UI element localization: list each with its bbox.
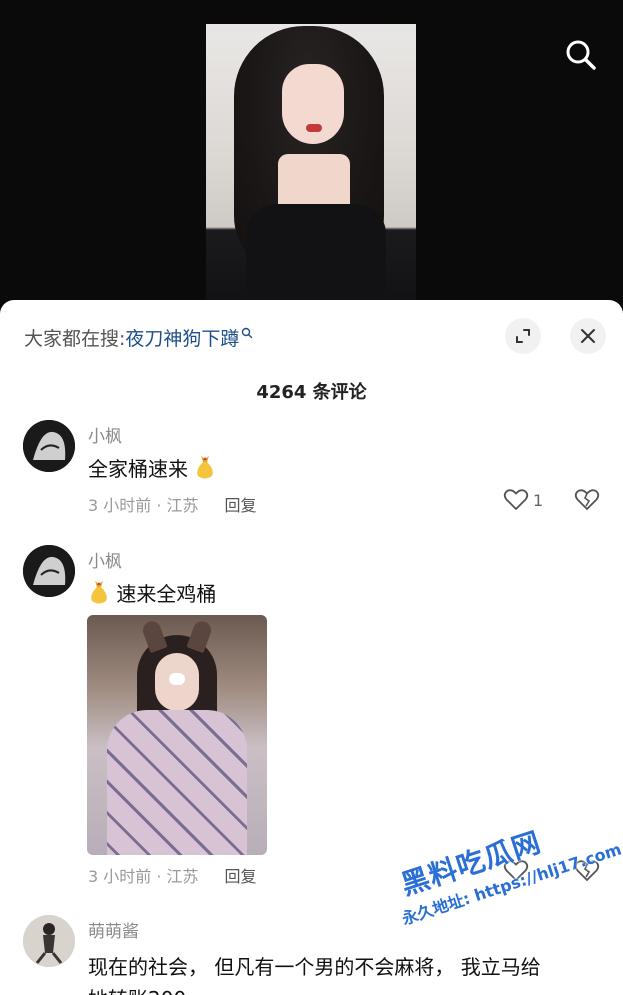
photo-filter-nose: [169, 673, 185, 685]
close-icon: [581, 329, 595, 343]
comment-sheet: 大家都在搜: 夜刀神狗下蹲 4264 条评论 小枫 全家桶速来 3 小时前 · …: [0, 300, 623, 995]
avatar-image: [23, 545, 75, 597]
comment-text-content: 全家桶速来: [88, 457, 188, 481]
like-count: 1: [533, 490, 544, 510]
comment-text: 现在的社会， 但凡有一个男的不会麻将， 我立马给: [88, 955, 541, 979]
reply-button[interactable]: 回复: [225, 863, 257, 887]
comment-meta: 3 小时前 · 江苏 回复: [88, 492, 257, 516]
comment-username[interactable]: 小枫: [88, 547, 122, 572]
video-thumbnail[interactable]: [206, 24, 416, 314]
broken-heart-icon: [574, 489, 600, 511]
comment-time-location: 3 小时前 · 江苏: [88, 496, 199, 515]
avatar[interactable]: [23, 420, 75, 472]
close-button[interactable]: [570, 318, 606, 354]
expand-icon: [516, 329, 530, 343]
avatar[interactable]: [23, 545, 75, 597]
broken-heart-icon: [574, 860, 600, 882]
comment-image[interactable]: [87, 615, 267, 855]
comment-text-content: 速来全鸡桶: [116, 582, 217, 606]
photo-ear-left: [140, 618, 168, 654]
trending-search[interactable]: 大家都在搜: 夜刀神狗下蹲: [24, 324, 253, 350]
like-button[interactable]: 1: [503, 488, 543, 512]
photo-robe: [107, 710, 247, 855]
trending-prefix: 大家都在搜:: [24, 327, 126, 350]
comment-username[interactable]: 萌萌酱: [88, 917, 139, 942]
comment-time-location: 3 小时前 · 江苏: [88, 867, 199, 886]
comment-text: 速来全鸡桶: [88, 578, 216, 607]
video-figure-dress: [246, 204, 386, 314]
comment-text: 全家桶速来: [88, 453, 216, 482]
video-figure-lips: [306, 124, 322, 132]
search-button[interactable]: [560, 34, 602, 76]
money-bag-emoji-icon: [197, 456, 214, 479]
comment-meta: 3 小时前 · 江苏 回复: [88, 863, 257, 887]
comment-username[interactable]: 小枫: [88, 422, 122, 447]
dislike-button[interactable]: [574, 488, 600, 516]
money-bag-emoji-icon: [91, 581, 107, 604]
video-figure-face: [282, 64, 344, 144]
avatar[interactable]: [23, 915, 75, 967]
video-area[interactable]: [0, 0, 623, 330]
trending-query-link[interactable]: 夜刀神狗下蹲: [125, 324, 239, 351]
photo-ear-right: [186, 618, 214, 654]
small-search-icon: [242, 327, 253, 339]
comment-count: 4264 条评论: [256, 382, 367, 403]
search-icon: [566, 40, 596, 70]
comment-text-line2: 她转账200: [88, 983, 186, 995]
heart-icon: [503, 489, 529, 511]
avatar-image: [23, 420, 75, 472]
avatar-image: [23, 915, 75, 967]
like-button[interactable]: [503, 859, 529, 883]
reply-button[interactable]: 回复: [225, 492, 257, 516]
heart-icon: [503, 860, 529, 882]
dislike-button[interactable]: [574, 859, 600, 887]
expand-button[interactable]: [505, 318, 541, 354]
